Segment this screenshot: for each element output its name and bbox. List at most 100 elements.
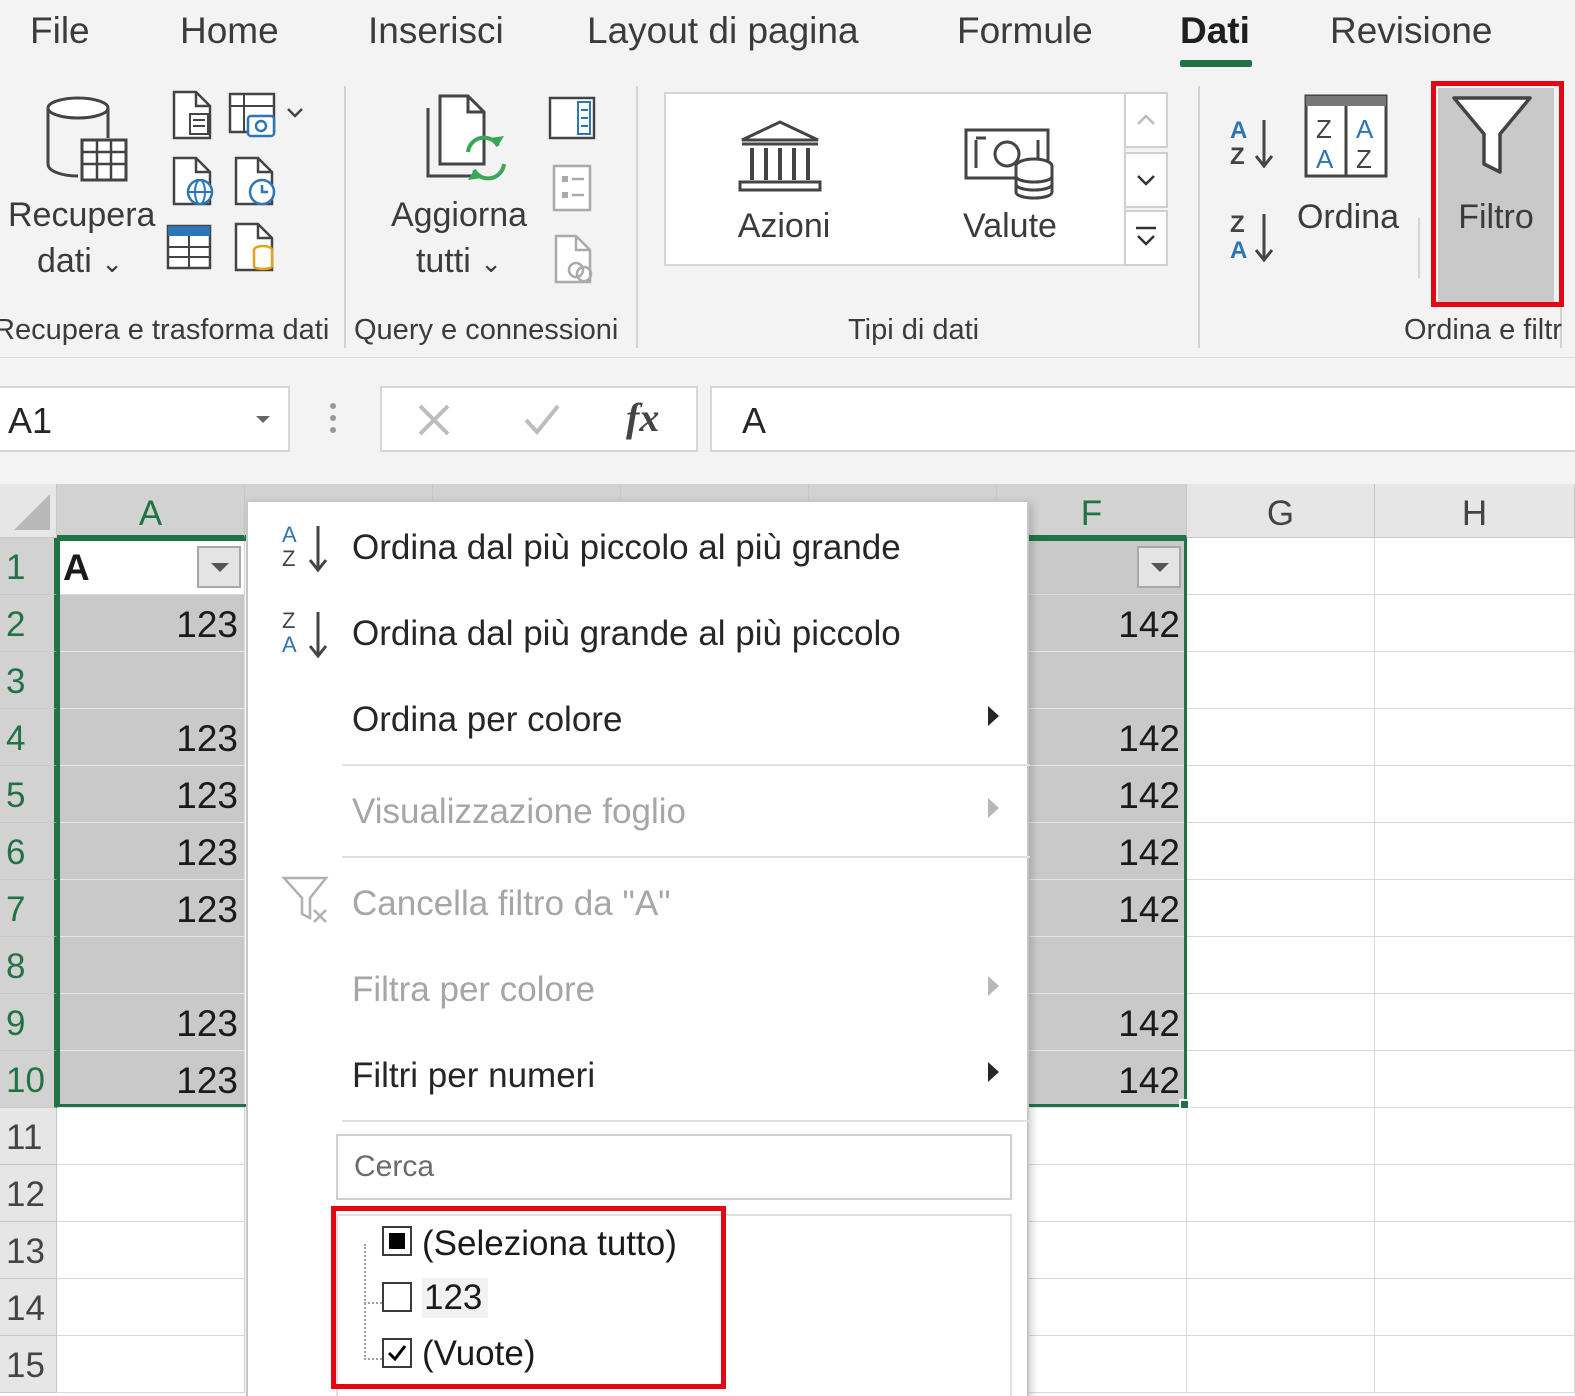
cell-h9[interactable] <box>1375 994 1575 1051</box>
cell-h15[interactable] <box>1375 1336 1575 1393</box>
gallery-scroll-down[interactable] <box>1124 152 1168 208</box>
row-header[interactable]: 3 <box>0 652 57 709</box>
cell-a12[interactable] <box>57 1165 245 1222</box>
filter-dropdown-f[interactable] <box>1137 546 1181 588</box>
row-header[interactable]: 8 <box>0 937 57 994</box>
sort-descending-icon[interactable]: ZA <box>1228 208 1282 266</box>
row-header[interactable]: 14 <box>0 1279 57 1336</box>
cell-g9[interactable] <box>1187 994 1375 1051</box>
cell-h7[interactable] <box>1375 880 1575 937</box>
cell-h6[interactable] <box>1375 823 1575 880</box>
select-all-corner[interactable] <box>0 484 57 538</box>
tab-review[interactable]: Revisione <box>1330 10 1492 52</box>
menu-sort-ascending[interactable]: Ordina dal più piccolo al più grande <box>352 528 901 568</box>
row-header[interactable]: 1 <box>0 538 57 595</box>
cell-h11[interactable] <box>1375 1108 1575 1165</box>
menu-number-filters[interactable]: Filtri per numeri <box>352 1056 595 1096</box>
custom-sort-icon[interactable]: ZAAZ <box>1304 94 1388 178</box>
cell-h4[interactable] <box>1375 709 1575 766</box>
cell-a14[interactable] <box>57 1279 245 1336</box>
cell-h12[interactable] <box>1375 1165 1575 1222</box>
cell-g11[interactable] <box>1187 1108 1375 1165</box>
cell-g2[interactable] <box>1187 595 1375 652</box>
currencies-button[interactable]: Valute <box>940 206 1080 246</box>
row-header[interactable]: 6 <box>0 823 57 880</box>
cell-a3[interactable] <box>57 652 245 709</box>
formula-input[interactable]: A <box>710 386 1575 452</box>
cell-g8[interactable] <box>1187 937 1375 994</box>
row-header[interactable]: 11 <box>0 1108 57 1165</box>
cell-a10[interactable]: 123 <box>57 1051 245 1108</box>
filter-search-input[interactable]: Cerca <box>336 1134 1012 1200</box>
cell-g3[interactable] <box>1187 652 1375 709</box>
cell-a4[interactable]: 123 <box>57 709 245 766</box>
cell-a13[interactable] <box>57 1222 245 1279</box>
row-header[interactable]: 9 <box>0 994 57 1051</box>
gallery-more[interactable] <box>1124 210 1168 266</box>
from-web-icon[interactable] <box>170 156 216 206</box>
row-header[interactable]: 2 <box>0 595 57 652</box>
refresh-all-icon[interactable] <box>424 94 512 186</box>
gallery-scroll-up[interactable] <box>1124 92 1168 148</box>
row-header[interactable]: 12 <box>0 1165 57 1222</box>
filter-dropdown-a[interactable] <box>197 546 241 588</box>
column-header-h[interactable]: H <box>1375 484 1575 538</box>
tab-page-layout[interactable]: Layout di pagina <box>587 10 859 52</box>
cell-h2[interactable] <box>1375 595 1575 652</box>
row-header[interactable]: 10 <box>0 1051 57 1108</box>
chevron-down-icon[interactable] <box>286 106 304 120</box>
name-box[interactable]: A1 <box>0 386 290 452</box>
splitter-handle-icon[interactable] <box>326 400 340 440</box>
tab-file[interactable]: File <box>30 10 90 52</box>
cell-g7[interactable] <box>1187 880 1375 937</box>
menu-sort-by-color[interactable]: Ordina per colore <box>352 700 622 740</box>
cell-a8[interactable] <box>57 937 245 994</box>
database-table-icon[interactable] <box>44 94 130 186</box>
cell-g6[interactable] <box>1187 823 1375 880</box>
from-table-range-icon[interactable] <box>166 224 212 270</box>
tab-formulas[interactable]: Formule <box>957 10 1093 52</box>
cell-h5[interactable] <box>1375 766 1575 823</box>
cell-g4[interactable] <box>1187 709 1375 766</box>
tab-insert[interactable]: Inserisci <box>368 10 504 52</box>
cell-h1[interactable] <box>1375 538 1575 595</box>
fill-handle[interactable] <box>1179 1099 1190 1110</box>
column-header-a[interactable]: A <box>57 484 245 538</box>
refresh-all-button[interactable]: Aggiorna tutti ⌄ <box>378 192 540 286</box>
from-picture-icon[interactable] <box>228 90 278 140</box>
cell-g1[interactable] <box>1187 538 1375 595</box>
cell-g15[interactable] <box>1187 1336 1375 1393</box>
cell-h14[interactable] <box>1375 1279 1575 1336</box>
cell-g10[interactable] <box>1187 1051 1375 1108</box>
tab-home[interactable]: Home <box>180 10 279 52</box>
get-data-button[interactable]: Recupera dati ⌄ <box>8 192 155 286</box>
chevron-down-icon[interactable] <box>254 414 272 426</box>
sort-button[interactable]: Ordina <box>1290 194 1406 240</box>
sort-ascending-icon[interactable]: AZ <box>1228 114 1282 172</box>
cell-g5[interactable] <box>1187 766 1375 823</box>
row-header[interactable]: 15 <box>0 1336 57 1393</box>
queries-pane-icon[interactable] <box>548 96 596 140</box>
stocks-button[interactable]: Azioni <box>714 206 854 246</box>
cell-g13[interactable] <box>1187 1222 1375 1279</box>
tab-data[interactable]: Dati <box>1180 10 1250 52</box>
row-header[interactable]: 7 <box>0 880 57 937</box>
cell-a7[interactable]: 123 <box>57 880 245 937</box>
column-header-g[interactable]: G <box>1187 484 1375 538</box>
recent-sources-icon[interactable] <box>232 156 278 206</box>
insert-function-icon[interactable]: fx <box>626 394 659 441</box>
cell-h13[interactable] <box>1375 1222 1575 1279</box>
cell-a2[interactable]: 123 <box>57 595 245 652</box>
cell-g12[interactable] <box>1187 1165 1375 1222</box>
cell-a11[interactable] <box>57 1108 245 1165</box>
row-header[interactable]: 4 <box>0 709 57 766</box>
cancel-icon[interactable] <box>416 402 452 438</box>
cell-a6[interactable]: 123 <box>57 823 245 880</box>
cell-g14[interactable] <box>1187 1279 1375 1336</box>
row-header[interactable]: 13 <box>0 1222 57 1279</box>
cell-h10[interactable] <box>1375 1051 1575 1108</box>
cell-h8[interactable] <box>1375 937 1575 994</box>
from-text-csv-icon[interactable] <box>170 90 214 140</box>
cell-a9[interactable]: 123 <box>57 994 245 1051</box>
menu-sort-descending[interactable]: Ordina dal più grande al più piccolo <box>352 614 901 654</box>
